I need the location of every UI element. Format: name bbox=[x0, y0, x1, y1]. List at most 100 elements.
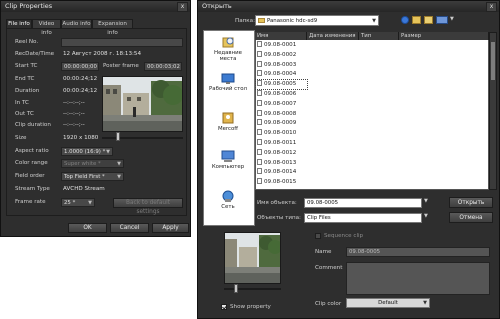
comment-field[interactable] bbox=[346, 262, 490, 295]
stream-type-label: Stream Type bbox=[15, 186, 50, 192]
preview-slider[interactable] bbox=[224, 288, 281, 290]
place-user[interactable]: Mercoff bbox=[206, 111, 250, 132]
tab-expansion-info[interactable]: Expansion info bbox=[92, 19, 133, 36]
file-name: 09.08-0004 bbox=[264, 71, 297, 78]
open-dialog-titlebar[interactable]: Открыть bbox=[198, 1, 499, 12]
chevron-down-icon[interactable]: ▼ bbox=[424, 213, 428, 219]
file-list-item[interactable]: 09.08-0003 bbox=[256, 60, 307, 70]
back-to-default-button[interactable]: Back to default settings bbox=[113, 198, 183, 215]
comment-label: Comment bbox=[315, 265, 343, 271]
file-icon bbox=[257, 41, 262, 47]
column-name[interactable]: Имя bbox=[255, 32, 307, 40]
file-icon bbox=[257, 119, 262, 126]
chevron-down-icon[interactable]: ▼ bbox=[450, 16, 454, 22]
place-recent[interactable]: Недавние места bbox=[206, 35, 250, 62]
poster-slider[interactable] bbox=[102, 137, 183, 139]
file-name: 09.08-0013 bbox=[264, 159, 297, 166]
file-list-item[interactable]: 09.08-0011 bbox=[256, 139, 307, 148]
file-list-item[interactable]: 09.08-0008 bbox=[256, 109, 307, 119]
cancel-button[interactable]: Cancel bbox=[110, 223, 149, 233]
preview-slider-handle[interactable] bbox=[234, 284, 238, 293]
chevron-down-icon: ▼ bbox=[423, 300, 427, 306]
file-list-item[interactable]: 09.08-0002 bbox=[256, 50, 307, 60]
aspect-ratio-select[interactable]: 1.0000 (16:9) * ▼ bbox=[61, 147, 113, 156]
filename-input[interactable]: 09.08-0005 bbox=[304, 198, 422, 208]
file-list-item[interactable]: 09.08-0005 bbox=[255, 79, 308, 91]
column-date-modified[interactable]: Дата изменения bbox=[307, 32, 359, 40]
size-label: Size bbox=[15, 135, 27, 141]
folder-select[interactable]: Panasonic hdc-sd9 ▼ bbox=[255, 15, 379, 26]
cancel-button[interactable]: Отмена bbox=[449, 212, 493, 223]
file-list-item[interactable]: 09.08-0010 bbox=[256, 129, 307, 138]
close-button[interactable]: x bbox=[177, 2, 188, 12]
file-list-item[interactable]: 09.08-0006 bbox=[256, 90, 307, 99]
sequence-clip-checkbox[interactable] bbox=[315, 233, 321, 239]
tab-label: File info bbox=[8, 21, 30, 27]
name-field[interactable]: 09.08-0005 bbox=[346, 247, 490, 257]
file-name: 09.08-0001 bbox=[264, 42, 297, 48]
view-menu-icon[interactable] bbox=[436, 16, 448, 24]
reel-no-field[interactable] bbox=[61, 38, 183, 47]
clip-properties-titlebar[interactable]: Clip Properties bbox=[1, 1, 190, 12]
file-list-item[interactable]: 09.08-0004 bbox=[256, 70, 307, 79]
start-tc-field[interactable]: 00:00:00;00 bbox=[61, 62, 99, 71]
file-name: 09.08-0015 bbox=[264, 179, 297, 186]
apply-button[interactable]: Apply bbox=[152, 223, 189, 233]
close-icon: x bbox=[180, 3, 185, 10]
field-order-select[interactable]: Top Field First * ▼ bbox=[61, 172, 124, 181]
stream-type-value: AVCHD Stream bbox=[63, 186, 105, 192]
out-tc-label: Out TC bbox=[15, 111, 34, 117]
frame-rate-value: 25 * bbox=[64, 200, 76, 206]
ok-button[interactable]: OK bbox=[68, 223, 107, 233]
file-list-item[interactable]: 09.08-0015 bbox=[256, 178, 307, 187]
file-icon bbox=[257, 60, 262, 67]
chevron-down-icon: ▼ bbox=[372, 18, 376, 24]
street-scene-image bbox=[225, 233, 280, 283]
column-type[interactable]: Тип bbox=[359, 32, 399, 40]
file-list-item[interactable]: 09.08-0013 bbox=[256, 158, 307, 168]
file-list-item[interactable]: 09.08-0009 bbox=[256, 119, 307, 128]
open-button[interactable]: Открыть bbox=[449, 197, 493, 208]
aspect-ratio-value: 1.0000 (16:9) * bbox=[64, 149, 106, 155]
color-range-label: Color range bbox=[15, 160, 48, 166]
place-desktop[interactable]: Рабочий стол bbox=[206, 73, 250, 92]
file-list-item[interactable]: 09.08-0014 bbox=[256, 168, 307, 177]
filetype-select[interactable]: Clip Files bbox=[304, 213, 422, 223]
poster-slider-handle[interactable] bbox=[116, 132, 120, 141]
tab-label: Audio info bbox=[62, 21, 91, 27]
poster-frame-field[interactable]: 00:00:03;02 bbox=[144, 62, 182, 71]
scrollbar-thumb[interactable] bbox=[491, 42, 495, 80]
column-size[interactable]: Размер bbox=[399, 32, 489, 40]
file-list-scrollbar[interactable] bbox=[489, 32, 497, 190]
color-range-select[interactable]: Super white * ▼ bbox=[61, 159, 124, 168]
open-dialog-title: Открыть bbox=[202, 2, 232, 10]
up-folder-icon[interactable] bbox=[412, 16, 421, 24]
clip-properties-window: Clip Properties x File info Video info A… bbox=[0, 0, 191, 237]
place-network[interactable]: Сеть bbox=[206, 189, 250, 210]
file-list-item[interactable]: 09.08-0012 bbox=[256, 148, 307, 158]
close-button[interactable]: x bbox=[486, 2, 497, 12]
show-property-checkbox[interactable] bbox=[221, 304, 227, 310]
tab-audio-info[interactable]: Audio info bbox=[61, 19, 92, 28]
file-list-item[interactable]: 09.08-0001 bbox=[256, 41, 307, 50]
frame-rate-select[interactable]: 25 * ▼ bbox=[61, 198, 95, 207]
aspect-ratio-label: Aspect ratio bbox=[15, 148, 49, 154]
clip-color-label: Clip color bbox=[315, 301, 342, 307]
place-computer[interactable]: Компьютер bbox=[206, 149, 250, 170]
recent-places-icon bbox=[222, 37, 234, 48]
chevron-down-icon[interactable]: ▼ bbox=[424, 198, 428, 204]
file-name: 09.08-0007 bbox=[264, 100, 297, 107]
file-list-item[interactable]: 09.08-0007 bbox=[256, 99, 307, 109]
chevron-down-icon: ▼ bbox=[106, 149, 110, 155]
place-label: Компьютер bbox=[211, 164, 245, 170]
folder-label: Папка: bbox=[235, 18, 255, 24]
new-folder-icon[interactable] bbox=[424, 16, 433, 24]
file-name: 09.08-0009 bbox=[264, 120, 297, 127]
end-tc-value: 00:00:24;12 bbox=[63, 76, 98, 82]
file-icon bbox=[257, 70, 262, 77]
tab-video-info[interactable]: Video info bbox=[32, 19, 61, 36]
file-name: 09.08-0014 bbox=[264, 169, 297, 176]
tab-file-info[interactable]: File info bbox=[6, 19, 32, 28]
back-icon[interactable] bbox=[401, 16, 409, 24]
clip-color-select[interactable]: Default ▼ bbox=[346, 298, 430, 308]
